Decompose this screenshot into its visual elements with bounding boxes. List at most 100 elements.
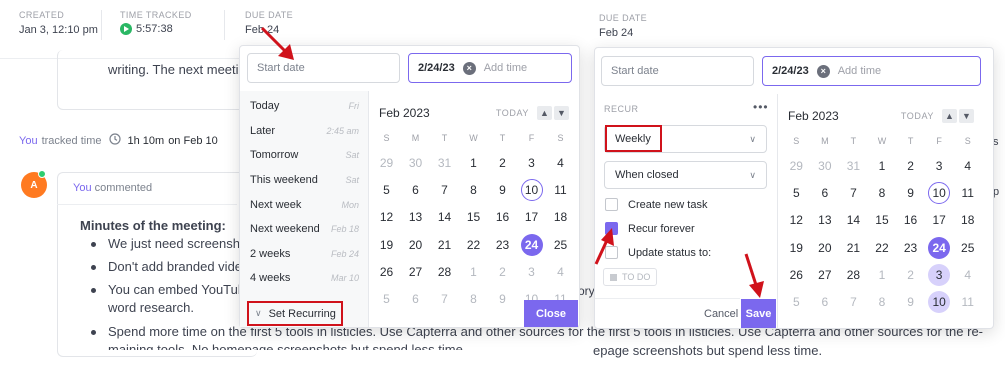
play-icon[interactable]	[120, 23, 132, 36]
chevron-up-icon[interactable]: ▲	[942, 109, 957, 123]
calendar-day[interactable]: 1	[868, 261, 897, 288]
calendar-day[interactable]: 22	[459, 231, 488, 258]
chevron-down-icon[interactable]: ▼	[959, 109, 974, 123]
calendar-day[interactable]: 20	[401, 231, 430, 258]
quick-option-tomorrow[interactable]: Tomorrow Sat	[240, 143, 369, 168]
chevron-up-icon[interactable]: ▲	[537, 106, 552, 120]
calendar-day[interactable]: 6	[401, 285, 430, 312]
calendar-day[interactable]: 10	[517, 176, 546, 203]
calendar-day[interactable]: 19	[372, 231, 401, 258]
set-recurring-button[interactable]: ∨ Set Recurring	[247, 301, 343, 326]
calendar-day[interactable]: 7	[430, 285, 459, 312]
calendar-day[interactable]: 11	[953, 288, 982, 315]
calendar-day[interactable]: 27	[811, 261, 840, 288]
calendar-day[interactable]: 19	[782, 234, 811, 261]
calendar-day[interactable]: 11	[953, 179, 982, 206]
calendar-day[interactable]: 22	[868, 234, 897, 261]
quick-option-next-week[interactable]: Next week Mon	[240, 192, 369, 217]
calendar-day[interactable]: 1	[459, 258, 488, 285]
due-date-value-right[interactable]: Feb 24	[599, 27, 633, 39]
option-create-new-task[interactable]: Create new task	[605, 198, 707, 211]
comment-user[interactable]: You	[73, 182, 92, 194]
add-time-label-right[interactable]: Add time	[838, 65, 881, 77]
calendar-day[interactable]: 17	[925, 207, 954, 234]
calendar-day[interactable]: 7	[839, 288, 868, 315]
calendar-day[interactable]: 26	[372, 258, 401, 285]
quick-option-next-weekend[interactable]: Next weekend Feb 18	[240, 217, 369, 242]
quick-option-today[interactable]: Today Fri	[240, 94, 369, 119]
calendar-day[interactable]: 2	[896, 152, 925, 179]
calendar-day[interactable]: 1	[459, 149, 488, 176]
calendar-day[interactable]: 31	[430, 149, 459, 176]
calendar-day[interactable]: 30	[401, 149, 430, 176]
calendar-day[interactable]: 8	[868, 179, 897, 206]
calendar-day[interactable]: 18	[953, 207, 982, 234]
calendar-day[interactable]: 9	[488, 285, 517, 312]
quick-option-this-weekend[interactable]: This weekend Sat	[240, 168, 369, 193]
calendar-day[interactable]: 1	[868, 152, 897, 179]
quick-option-4-weeks[interactable]: 4 weeks Mar 10	[240, 266, 369, 291]
checkbox[interactable]	[605, 198, 618, 211]
calendar-day[interactable]: 6	[811, 179, 840, 206]
calendar-day[interactable]: 9	[896, 179, 925, 206]
calendar-day[interactable]: 13	[811, 207, 840, 234]
clear-icon[interactable]: ×	[816, 64, 830, 78]
calendar-day[interactable]: 21	[839, 234, 868, 261]
calendar-day[interactable]: 6	[401, 176, 430, 203]
calendar-day[interactable]: 26	[782, 261, 811, 288]
calendar-day[interactable]: 17	[517, 204, 546, 231]
calendar-day[interactable]: 25	[953, 234, 982, 261]
calendar-day[interactable]: 15	[868, 207, 897, 234]
calendar-day[interactable]: 9	[896, 288, 925, 315]
calendar-day[interactable]: 5	[782, 288, 811, 315]
calendar-day[interactable]: 12	[782, 207, 811, 234]
calendar-day[interactable]: 5	[782, 179, 811, 206]
option-update-status[interactable]: Update status to:	[605, 246, 711, 259]
calendar-day[interactable]: 10	[925, 288, 954, 315]
calendar-day[interactable]: 7	[430, 176, 459, 203]
start-date-input-right[interactable]: Start date	[601, 56, 754, 86]
today-button-right[interactable]: TODAY	[901, 111, 934, 121]
calendar-day[interactable]: 7	[839, 179, 868, 206]
calendar-day[interactable]: 2	[488, 258, 517, 285]
calendar-day[interactable]: 12	[372, 204, 401, 231]
calendar-day[interactable]: 11	[546, 176, 575, 203]
time-tracked-value[interactable]: 5:57:38	[120, 23, 173, 36]
save-button[interactable]: Save	[741, 299, 776, 328]
quick-option-2-weeks[interactable]: 2 weeks Feb 24	[240, 242, 369, 267]
calendar-day[interactable]: 31	[839, 152, 868, 179]
calendar-day[interactable]: 4	[953, 261, 982, 288]
calendar-day[interactable]: 29	[372, 149, 401, 176]
calendar-day[interactable]: 30	[811, 152, 840, 179]
quick-option-later[interactable]: Later 2:45 am	[240, 119, 369, 144]
calendar-day[interactable]: 10	[925, 179, 954, 206]
calendar-day[interactable]: 8	[868, 288, 897, 315]
calendar-day[interactable]: 25	[546, 231, 575, 258]
add-time-label[interactable]: Add time	[484, 62, 527, 74]
calendar-day[interactable]: 27	[401, 258, 430, 285]
due-date-input-right[interactable]: 2/24/23 × Add time	[762, 56, 981, 86]
calendar-day[interactable]: 3	[925, 152, 954, 179]
calendar-day[interactable]: 16	[488, 204, 517, 231]
recur-when-select[interactable]: When closed ∨	[604, 161, 767, 189]
calendar-day[interactable]: 24	[925, 234, 954, 261]
calendar-day[interactable]: 15	[459, 204, 488, 231]
calendar-day[interactable]: 29	[782, 152, 811, 179]
calendar-day[interactable]: 24	[517, 231, 546, 258]
calendar-day[interactable]: 4	[546, 258, 575, 285]
calendar-day[interactable]: 20	[811, 234, 840, 261]
clear-icon[interactable]: ×	[462, 61, 476, 75]
calendar-day[interactable]: 3	[517, 258, 546, 285]
close-button[interactable]: Close	[524, 300, 578, 327]
calendar-day[interactable]: 23	[488, 231, 517, 258]
calendar-day[interactable]: 6	[811, 288, 840, 315]
calendar-day[interactable]: 2	[896, 261, 925, 288]
calendar-day[interactable]: 3	[517, 149, 546, 176]
calendar-day[interactable]: 3	[925, 261, 954, 288]
calendar-day[interactable]: 9	[488, 176, 517, 203]
chevron-down-icon[interactable]: ▼	[554, 106, 569, 120]
status-pill[interactable]: TO DO	[603, 268, 658, 286]
calendar-day[interactable]: 18	[546, 204, 575, 231]
calendar-day[interactable]: 5	[372, 176, 401, 203]
calendar-day[interactable]: 23	[896, 234, 925, 261]
